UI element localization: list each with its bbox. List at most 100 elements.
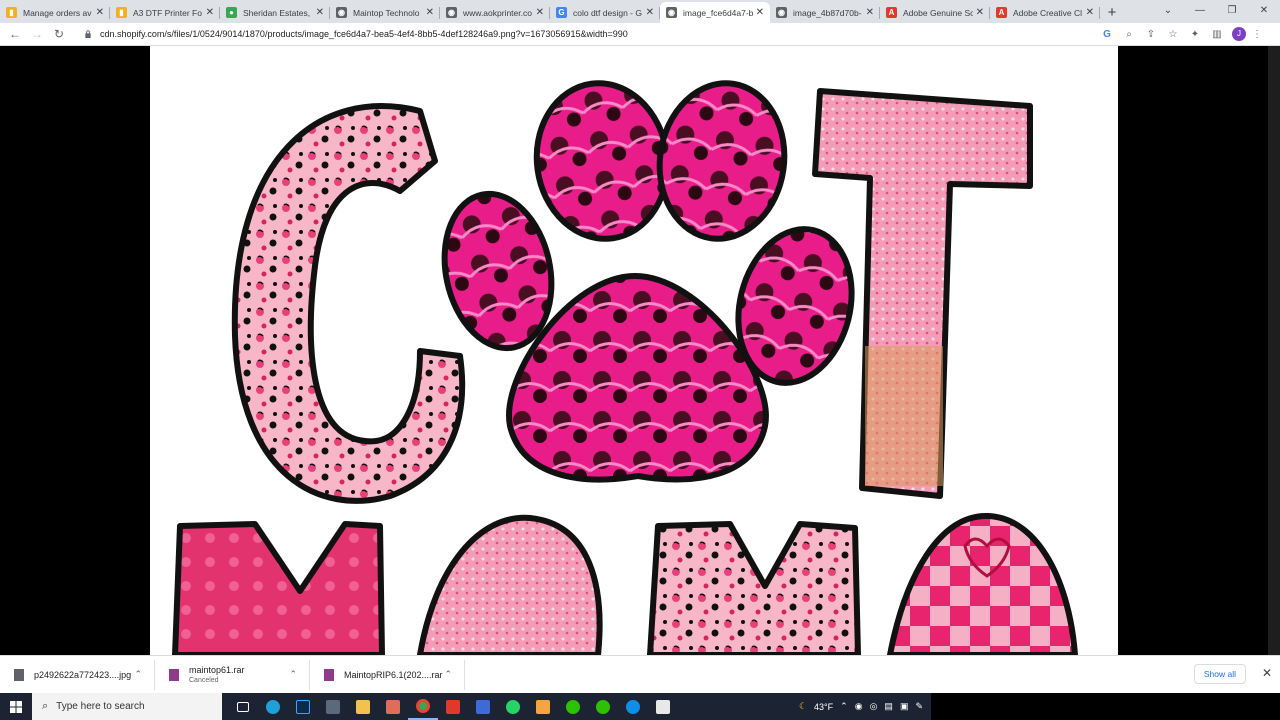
tray-app-icon-2[interactable]: ◎ [870, 701, 878, 712]
photoshop-icon[interactable] [288, 693, 318, 720]
taskbar-search-box[interactable]: ⌕ Type here to search [32, 693, 222, 720]
file-explorer-icon[interactable] [348, 693, 378, 720]
wechat-icon[interactable] [558, 693, 588, 720]
tab-close-icon[interactable]: ✕ [976, 7, 984, 18]
teamviewer-icon[interactable] [618, 693, 648, 720]
tray-app-icon[interactable]: ◉ [855, 701, 863, 712]
download-menu-chevron-icon[interactable]: ⌃ [444, 669, 452, 680]
scrollbar[interactable] [1268, 46, 1280, 655]
address-bar[interactable]: cdn.shopify.com/s/files/1/0524/9014/1870… [84, 29, 1096, 39]
wps-icon[interactable] [438, 693, 468, 720]
tab-title: image_fce6d4a7-b [683, 7, 753, 18]
tab-close-icon[interactable]: ✕ [756, 7, 764, 18]
file-icon [14, 668, 24, 681]
download-menu-chevron-icon[interactable]: ⌃ [134, 669, 142, 680]
tab-close-icon[interactable]: ✕ [206, 7, 214, 18]
tray-app-icon-3[interactable]: ▣ [900, 701, 909, 712]
tab-title: image_4b87d70b- [793, 7, 862, 18]
chrome-icon[interactable] [408, 693, 438, 720]
whatsapp-icon[interactable] [498, 693, 528, 720]
tab-search-icon[interactable]: ⌄ [1152, 0, 1184, 23]
tab-1[interactable]: ▮ A3 DTF Printer Fo ✕ [110, 2, 220, 23]
tab-favicon-icon: A [996, 7, 1007, 18]
download-filename: maintop61.rar [189, 665, 245, 675]
tab-7[interactable]: ◉ image_4b87d70b- ✕ [770, 2, 880, 23]
lock-icon [85, 30, 91, 38]
download-menu-chevron-icon[interactable]: ⌃ [289, 669, 297, 680]
tab-4[interactable]: ◉ www.aokprinter.co ✕ [440, 2, 550, 23]
tab-close-icon[interactable]: ✕ [866, 7, 874, 18]
edge-icon[interactable] [258, 693, 288, 720]
tab-close-icon[interactable]: ✕ [316, 7, 324, 18]
tab-favicon-icon: ◉ [446, 7, 457, 18]
printer-icon[interactable]: ▤ [884, 701, 893, 712]
forward-button[interactable]: → [26, 27, 48, 41]
url-text: cdn.shopify.com/s/files/1/0524/9014/1870… [100, 29, 628, 39]
start-button[interactable] [0, 693, 32, 720]
tab-close-icon[interactable]: ✕ [426, 7, 434, 18]
tab-favicon-icon: ◉ [336, 7, 347, 18]
download-item[interactable]: MaintopRIP6.1(202....rar ⌃ [310, 659, 465, 690]
close-downloads-icon[interactable]: ✕ [1262, 666, 1272, 680]
extensions-icon[interactable]: ✦ [1184, 29, 1206, 40]
tab-close-icon[interactable]: ✕ [1086, 7, 1094, 18]
app-icon-blue[interactable] [468, 693, 498, 720]
close-window-button[interactable]: ✕ [1248, 0, 1280, 23]
tab-close-icon[interactable]: ✕ [96, 7, 104, 18]
reload-button[interactable]: ↻ [48, 27, 70, 41]
tab-title: Sheridan Estates, [243, 7, 311, 18]
search-icon: ⌕ [42, 700, 49, 712]
tab-favicon-icon: ▮ [116, 7, 127, 18]
show-all-button[interactable]: Show all [1193, 664, 1246, 684]
tab-favicon-icon: ◉ [666, 7, 677, 18]
tab-title: Manage orders av [23, 7, 92, 18]
cat-mama-image [150, 46, 1118, 655]
app-icon-colorful[interactable] [528, 693, 558, 720]
new-tab-button[interactable]: + [1100, 2, 1124, 23]
tab-8[interactable]: A Adobe Genuine So ✕ [880, 2, 990, 23]
zoom-icon[interactable]: ⌕ [1118, 29, 1140, 40]
tab-close-icon[interactable]: ✕ [646, 7, 654, 18]
restore-button[interactable]: ❐ [1216, 0, 1248, 23]
weather-temp[interactable]: 43°F [814, 702, 833, 712]
menu-icon[interactable]: ⋮ [1246, 29, 1268, 40]
tab-close-icon[interactable]: ✕ [536, 7, 544, 18]
app-icon-red[interactable] [378, 693, 408, 720]
tab-favicon-icon: ● [226, 7, 237, 18]
tab-0[interactable]: ▮ Manage orders av ✕ [0, 2, 110, 23]
tray-chevron-icon[interactable]: ⌃ [840, 701, 848, 712]
download-status: Canceled [189, 677, 219, 684]
download-item[interactable]: maintop61.rar Canceled ⌃ [155, 659, 310, 690]
back-button[interactable]: ← [4, 27, 26, 41]
windows-taskbar: ⌕ Type here to search ☾ 43°F ⌃ ◉ ◎ ▤ ▣ ✎ [0, 693, 931, 720]
tab-9[interactable]: A Adobe Creative Cl ✕ [990, 2, 1100, 23]
tab-favicon-icon: ▮ [6, 7, 17, 18]
tab-6[interactable]: ◉ image_fce6d4a7-b ✕ [660, 2, 770, 23]
tab-favicon-icon: ◉ [776, 7, 787, 18]
profile-avatar[interactable]: J [1232, 27, 1246, 41]
tab-title: Adobe Creative Cl [1013, 7, 1082, 18]
side-panel-icon[interactable]: ▥ [1206, 29, 1228, 40]
app-icon-white[interactable] [648, 693, 678, 720]
tray-app-icon-4[interactable]: ✎ [915, 701, 923, 712]
download-filename: MaintopRIP6.1(202....rar [344, 669, 443, 680]
task-view-icon[interactable] [228, 693, 258, 720]
page-viewport [0, 46, 1280, 655]
tab-title: Adobe Genuine So [903, 7, 973, 18]
cat-mama-artwork [172, 80, 1078, 655]
download-item[interactable]: p2492622a772423....jpg ⌃ [0, 659, 155, 690]
toolbar: ← → ↻ cdn.shopify.com/s/files/1/0524/901… [0, 23, 1280, 46]
tab-3[interactable]: ◉ Maintop Technolo ✕ [330, 2, 440, 23]
bookmark-star-icon[interactable]: ☆ [1162, 29, 1184, 40]
wechat-icon-2[interactable] [588, 693, 618, 720]
tab-5[interactable]: Gcolo dtf design - G ✕ [550, 2, 660, 23]
download-shelf: p2492622a772423....jpg ⌃ maintop61.rar Canc… [0, 655, 1280, 693]
file-app-icon[interactable] [318, 693, 348, 720]
minimize-button[interactable]: — [1184, 0, 1216, 23]
tab-title: A3 DTF Printer Fo [133, 7, 202, 18]
tab-strip: ▮ Manage orders av ✕ ▮ A3 DTF Printer Fo ✕ ● Sh… [0, 0, 1280, 23]
share-icon[interactable]: ⇪ [1140, 29, 1162, 40]
tab-2[interactable]: ● Sheridan Estates, ✕ [220, 2, 330, 23]
taskbar-search-placeholder: Type here to search [56, 701, 145, 712]
google-lens-icon[interactable]: G [1096, 29, 1118, 40]
